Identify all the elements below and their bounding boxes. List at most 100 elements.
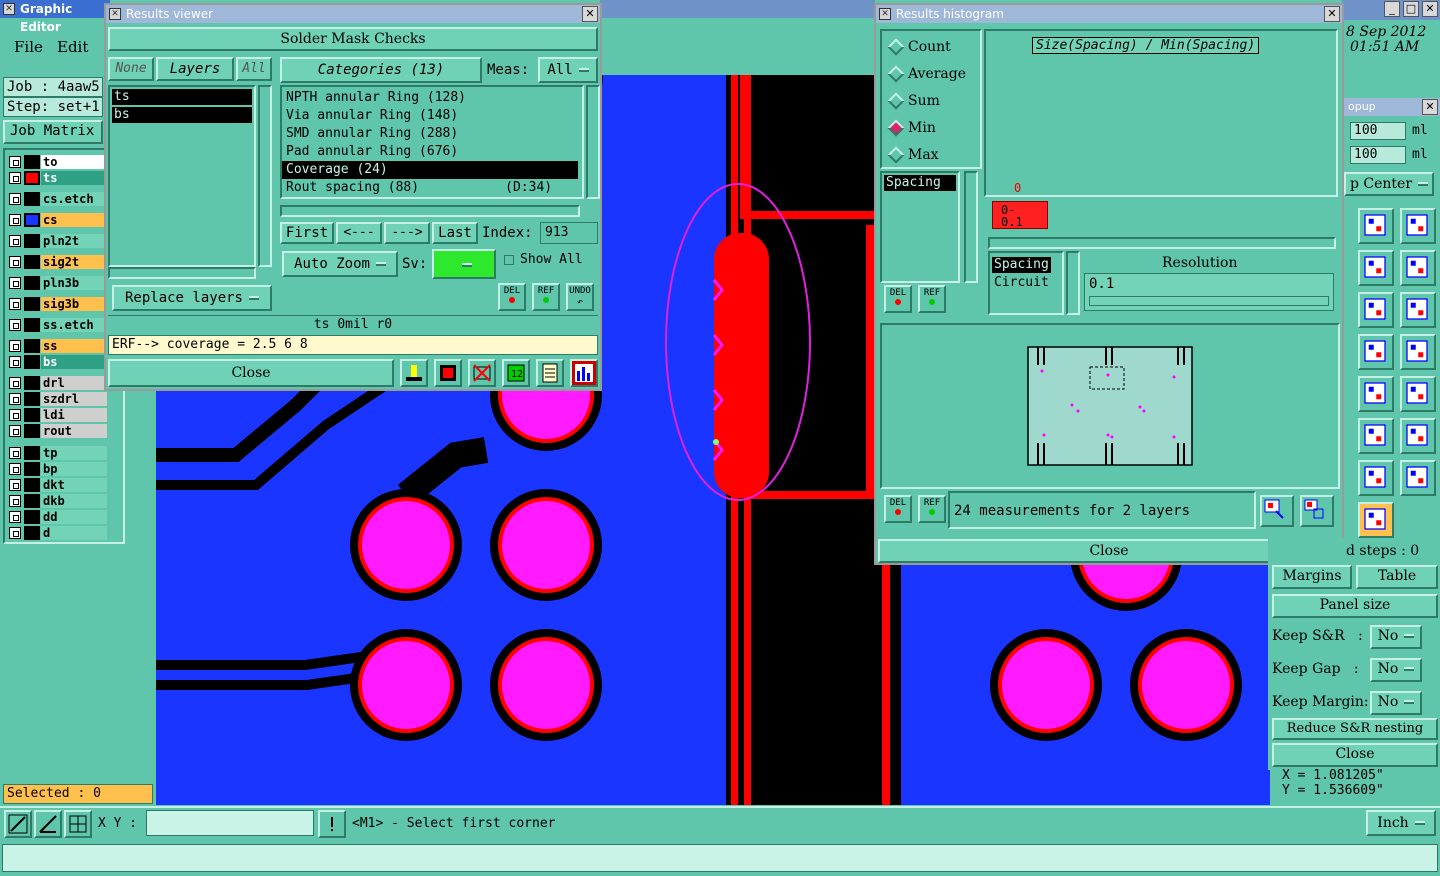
margins-button[interactable]: Margins <box>1272 565 1352 589</box>
units-dropdown[interactable]: Inch <box>1366 810 1436 836</box>
keep-margin-dropdown[interactable]: No <box>1370 691 1422 715</box>
resolution-field[interactable]: 0.1 <box>1084 273 1334 311</box>
center-dropdown[interactable]: p Center <box>1344 172 1434 196</box>
index-input[interactable]: 913 <box>540 222 598 244</box>
layer-name[interactable]: cs.etch <box>41 192 107 206</box>
layer-checkbox[interactable] <box>9 393 21 405</box>
radio-icon[interactable] <box>887 92 905 110</box>
layer-name[interactable]: cs <box>41 213 107 227</box>
layer-checkbox[interactable] <box>9 193 21 205</box>
layer-checkbox[interactable] <box>9 463 21 475</box>
keep-sr-dropdown[interactable]: No <box>1370 625 1422 649</box>
tool-icon-4-0[interactable] <box>1358 376 1394 412</box>
layer-checkbox[interactable] <box>9 511 21 523</box>
tool-icon-4-1[interactable] <box>1400 376 1436 412</box>
viewer-layer-item[interactable]: ts <box>112 89 252 105</box>
report-icon[interactable] <box>536 359 564 387</box>
menu-edit[interactable]: Edit <box>57 38 88 56</box>
grid-icon[interactable] <box>64 810 92 838</box>
tool-icon-2-0[interactable] <box>1358 292 1394 328</box>
layer-name[interactable]: szdrl <box>41 392 107 406</box>
layer-name[interactable]: bs <box>41 355 107 369</box>
tool-icon-3-0[interactable] <box>1358 334 1394 370</box>
layer-checkbox[interactable] <box>9 214 21 226</box>
category-item[interactable]: Pad annular Ring (676) <box>282 143 582 161</box>
compare-icon[interactable]: 12 <box>502 359 530 387</box>
layer-name[interactable]: ss <box>41 339 107 353</box>
layer-checkbox[interactable] <box>9 340 21 352</box>
xy-input[interactable] <box>146 810 314 836</box>
option-sum[interactable]: Sum <box>882 91 978 111</box>
tool-icon-6-0[interactable] <box>1358 460 1394 496</box>
meas-dropdown[interactable]: All <box>538 57 598 83</box>
option-count[interactable]: Count <box>882 37 978 57</box>
fit-view-icon[interactable] <box>1300 495 1334 527</box>
first-button[interactable]: First <box>280 222 334 244</box>
tool-icon-7-0[interactable] <box>1358 502 1394 538</box>
layer-name[interactable]: dkb <box>41 494 107 508</box>
viewer-close-x[interactable]: ✕ <box>582 6 598 22</box>
layer-name[interactable]: ts <box>41 171 107 185</box>
layer-name[interactable]: rout <box>41 424 107 438</box>
tool-icon-0-0[interactable] <box>1358 208 1394 244</box>
measure-icon[interactable] <box>34 810 62 838</box>
categories-button[interactable]: Categories (13) <box>280 57 482 83</box>
measure-vscroll[interactable] <box>964 171 978 283</box>
histogram-icon[interactable] <box>570 359 598 387</box>
layer-checkbox[interactable] <box>9 235 21 247</box>
layer-checkbox[interactable] <box>9 495 21 507</box>
keep-gap-dropdown[interactable]: No <box>1370 658 1422 682</box>
main-minimize-button[interactable]: _ <box>1384 1 1400 17</box>
layer-name[interactable]: drl <box>41 376 107 390</box>
none-button[interactable]: None <box>108 57 154 81</box>
hist-del-icon[interactable]: DEL <box>884 285 912 313</box>
tool-icon-1-0[interactable] <box>1358 250 1394 286</box>
layer-name[interactable]: pln3b <box>41 276 107 290</box>
ref-icon[interactable]: REF <box>532 283 560 311</box>
tool-icon-0-1[interactable] <box>1400 208 1436 244</box>
layer-name[interactable]: pln2t <box>41 234 107 248</box>
histogram-bar[interactable]: 0- 0.1 <box>992 201 1048 229</box>
layer-name[interactable]: sig3b <box>41 297 107 311</box>
resolution-vscroll[interactable] <box>1066 251 1080 315</box>
preview-ref-icon[interactable]: REF <box>918 495 946 523</box>
info-icon[interactable] <box>318 810 346 838</box>
layer-checkbox[interactable] <box>9 156 21 168</box>
layer-checkbox[interactable] <box>9 447 21 459</box>
layer-checkbox[interactable] <box>9 527 21 539</box>
replace-layers-dropdown[interactable]: Replace layers <box>112 285 272 311</box>
layer-checkbox[interactable] <box>9 409 21 421</box>
histogram-hscroll[interactable] <box>988 237 1336 249</box>
category-vscroll[interactable] <box>586 85 600 199</box>
resolution-slider[interactable] <box>1089 296 1329 306</box>
del-icon[interactable]: DEL <box>498 283 526 311</box>
layer-checkbox[interactable] <box>9 256 21 268</box>
option-max[interactable]: Max <box>882 145 978 165</box>
popup-field-1[interactable]: 100 <box>1350 122 1406 140</box>
layer-checkbox[interactable] <box>9 479 21 491</box>
layer-name[interactable]: sig2t <box>41 255 107 269</box>
viewer-layer-hscroll[interactable] <box>108 267 256 279</box>
layer-name[interactable]: tp <box>41 446 107 460</box>
res-item-spacing[interactable]: Spacing <box>992 257 1051 273</box>
job-matrix-button[interactable]: Job Matrix <box>3 120 103 144</box>
menu-file[interactable]: File <box>14 38 43 56</box>
layer-checkbox[interactable] <box>9 172 21 184</box>
prev-button[interactable]: <--- <box>336 222 382 244</box>
layer-checkbox[interactable] <box>9 298 21 310</box>
category-item[interactable]: SMD annular Ring (288) <box>282 125 582 143</box>
delete-ref-icon[interactable] <box>468 359 496 387</box>
zoom-to-icon[interactable] <box>1260 495 1294 527</box>
option-average[interactable]: Average <box>882 64 978 84</box>
radio-icon[interactable] <box>887 38 905 56</box>
last-button[interactable]: Last <box>432 222 478 244</box>
option-min[interactable]: Min <box>882 118 978 138</box>
layer-checkbox[interactable] <box>9 319 21 331</box>
layer-name[interactable]: d <box>41 526 107 540</box>
radio-icon[interactable] <box>887 146 905 164</box>
layer-name[interactable]: dkt <box>41 478 107 492</box>
radio-icon[interactable] <box>887 65 905 83</box>
category-item[interactable]: Via annular Ring (148) <box>282 107 582 125</box>
tool-icon-5-0[interactable] <box>1358 418 1394 454</box>
layers-button[interactable]: Layers <box>156 57 234 81</box>
